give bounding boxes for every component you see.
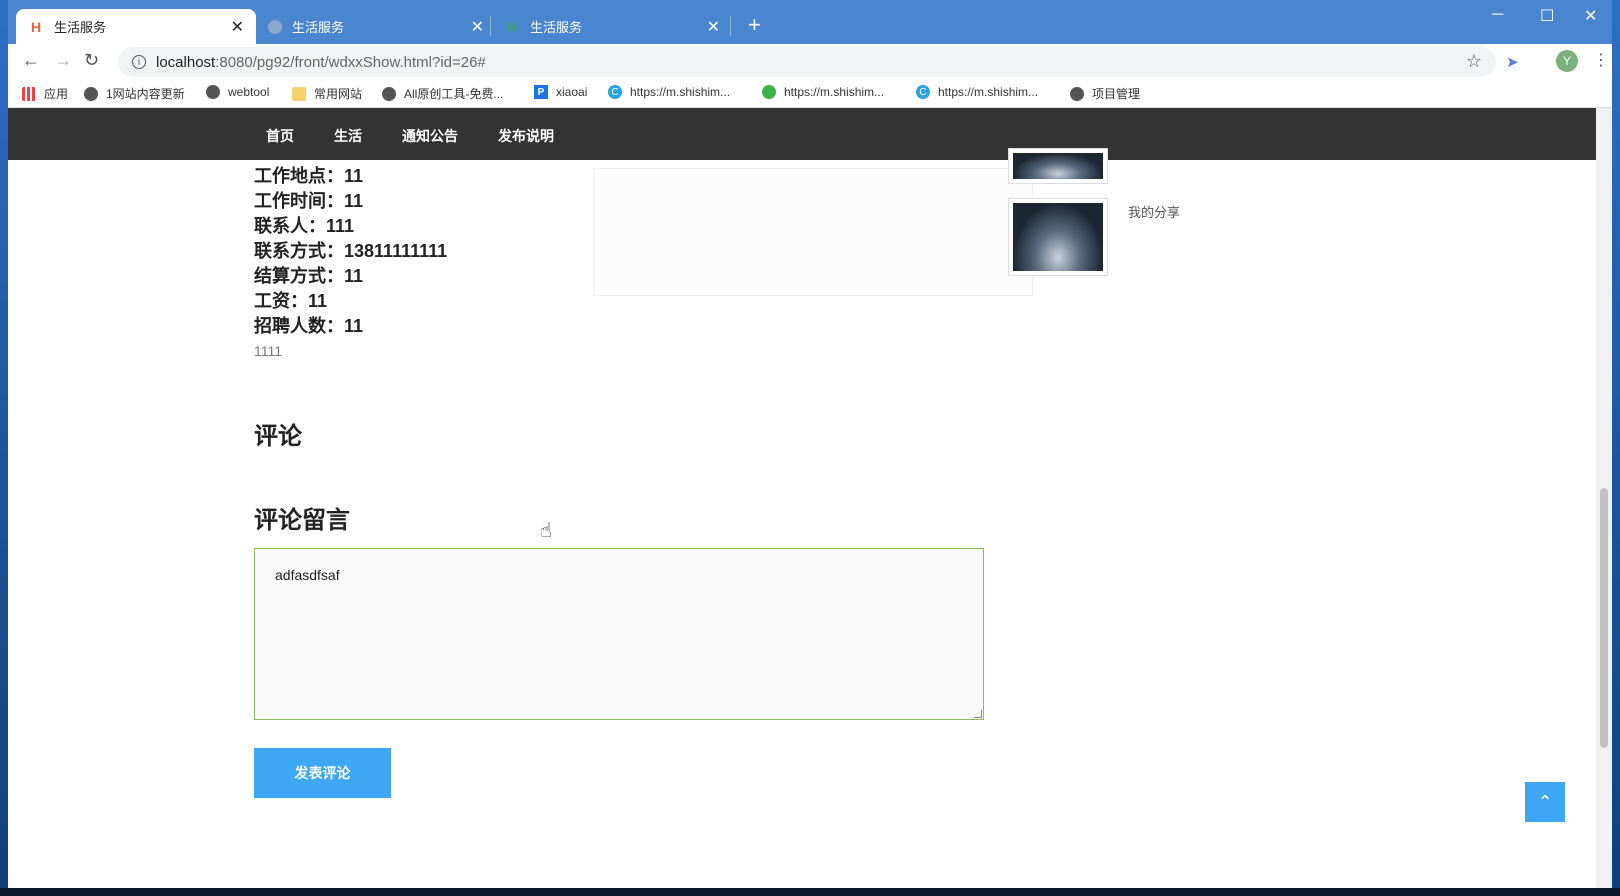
nav-home[interactable]: 首页 <box>266 126 294 146</box>
bookmark-item[interactable]: Chttps://m.shishim... <box>916 85 1038 99</box>
bookmark-item[interactable]: 项目管理 <box>1070 85 1140 102</box>
site-favicon-icon: H <box>506 18 518 35</box>
browser-tab-2[interactable]: 生活服务 ✕ <box>256 9 496 44</box>
detail-description: 1111 <box>254 343 283 359</box>
site-navbar: 首页 生活 通知公告 发布说明 <box>8 108 1596 160</box>
url-path: :8080/pg92/front/wdxxShow.html?id=26# <box>215 53 486 71</box>
browser-tab-1[interactable]: H 生活服务 ✕ <box>16 9 256 44</box>
address-bar[interactable]: i localhost:8080/pg92/front/wdxxShow.htm… <box>118 47 1496 77</box>
close-tab-icon[interactable]: ✕ <box>471 17 484 37</box>
tab-separator <box>730 16 731 36</box>
globe-icon <box>1070 86 1084 101</box>
apps-grid-icon <box>22 86 36 101</box>
detail-phone: 联系方式：13811111111 <box>254 241 448 261</box>
tab-title: 生活服务 <box>54 20 107 35</box>
tab-bar: H 生活服务 ✕ 生活服务 ✕ H 生活服务 ✕ + ─ ☐ ✕ <box>8 0 1612 44</box>
desktop-background-right <box>1612 0 1620 896</box>
bookmark-item[interactable]: Pxiaoai <box>534 85 587 99</box>
wechat-icon <box>762 85 776 99</box>
bookmark-star-icon[interactable]: ☆ <box>1466 51 1482 72</box>
bookmark-label: https://m.shishim... <box>938 85 1039 99</box>
extension-icon[interactable]: ➤ <box>1506 53 1519 71</box>
bookmarks-bar: 应用 1网站内容更新 webtool 常用网站 All原创工具-免费... Px… <box>8 78 1612 108</box>
site-info-icon[interactable]: i <box>132 55 146 69</box>
bookmark-label: 1网站内容更新 <box>106 87 185 101</box>
comment-textarea[interactable]: adfasdfsaf <box>254 548 984 720</box>
detail-settlement: 结算方式：11 <box>254 266 364 286</box>
hand-cursor-icon: ☝ <box>540 520 553 542</box>
sidebar-thumbnail[interactable] <box>1008 198 1108 276</box>
bookmark-item[interactable]: All原创工具-免费... <box>382 85 503 102</box>
desktop-background-left <box>0 0 8 896</box>
detail-salary: 工资：11 <box>254 291 328 311</box>
sidebar-thumbnail[interactable] <box>1008 148 1108 184</box>
bookmark-item[interactable]: webtool <box>206 85 269 99</box>
page-viewport: 首页 生活 通知公告 发布说明 我的分享 工作地点：11 工作时间：11 联系人… <box>8 108 1612 888</box>
back-arrow-icon[interactable]: ← <box>22 50 40 71</box>
profile-avatar[interactable]: Y <box>1556 50 1578 72</box>
bookmark-item[interactable]: 1网站内容更新 <box>84 85 185 102</box>
my-share-link[interactable]: 我的分享 <box>1128 202 1180 221</box>
detail-work-time: 工作时间：11 <box>254 191 364 211</box>
thumbnail-image <box>1013 153 1103 179</box>
new-tab-button[interactable]: + <box>748 14 761 36</box>
browser-tab-3[interactable]: H 生活服务 ✕ <box>492 9 732 44</box>
close-tab-icon[interactable]: ✕ <box>231 17 244 37</box>
close-tab-icon[interactable]: ✕ <box>707 17 720 37</box>
textarea-resize-handle[interactable] <box>974 710 982 718</box>
taskbar-strip <box>0 888 1620 896</box>
detail-headcount: 招聘人数：11 <box>254 316 364 336</box>
comment-form-heading: 评论留言 <box>254 507 350 534</box>
folder-icon <box>292 86 306 101</box>
job-details: 工作地点：11 工作时间：11 联系人：111 联系方式：13811111111… <box>254 164 447 359</box>
thumbnail-image <box>1013 203 1103 271</box>
c-icon: C <box>608 85 622 99</box>
bookmark-apps[interactable]: 应用 <box>22 85 68 102</box>
bookmark-label: xiaoai <box>556 85 588 99</box>
url-host: localhost <box>156 53 216 71</box>
maximize-icon[interactable]: ☐ <box>1540 6 1554 26</box>
submit-comment-button[interactable]: 发表评论 <box>254 748 391 798</box>
tab-title: 生活服务 <box>530 20 583 35</box>
browser-menu-icon[interactable]: ⋮ <box>1593 50 1609 70</box>
detail-contact: 联系人：111 <box>254 216 355 236</box>
site-favicon-icon: H <box>30 18 42 35</box>
c-icon: C <box>916 85 930 99</box>
bookmark-item[interactable]: Chttps://m.shishim... <box>608 85 730 99</box>
globe-icon <box>382 86 396 101</box>
fading-dialog-overlay <box>593 168 1033 296</box>
bookmark-label: 常用网站 <box>314 87 363 101</box>
comments-heading: 评论 <box>254 423 302 450</box>
tab-separator <box>490 16 491 36</box>
browser-window: H 生活服务 ✕ 生活服务 ✕ H 生活服务 ✕ + ─ ☐ ✕ ← → ↻ i… <box>8 0 1612 888</box>
p-icon: P <box>534 85 548 99</box>
page-scrollbar[interactable] <box>1596 108 1612 888</box>
browser-toolbar: ← → ↻ i localhost:8080/pg92/front/wdxxSh… <box>8 44 1612 78</box>
bookmark-label: All原创工具-免费... <box>404 87 504 101</box>
back-to-top-button[interactable]: ⌃ <box>1525 782 1565 822</box>
tab-title: 生活服务 <box>292 20 345 35</box>
nav-life[interactable]: 生活 <box>334 126 362 146</box>
bookmark-label: https://m.shishim... <box>630 85 731 99</box>
nav-notices[interactable]: 通知公告 <box>402 126 458 146</box>
forward-arrow-icon[interactable]: → <box>54 50 72 71</box>
globe-favicon-icon <box>268 19 282 34</box>
reload-icon[interactable]: ↻ <box>84 50 99 71</box>
minimize-icon[interactable]: ─ <box>1492 6 1503 24</box>
window-close-icon[interactable]: ✕ <box>1584 6 1597 26</box>
bookmark-label: 应用 <box>44 87 69 101</box>
scrollbar-thumb[interactable] <box>1600 488 1608 748</box>
bookmark-label: 项目管理 <box>1092 87 1141 101</box>
bookmark-label: webtool <box>228 85 270 99</box>
nav-publish-guide[interactable]: 发布说明 <box>498 126 554 146</box>
globe-icon <box>206 85 220 99</box>
globe-icon <box>84 86 98 101</box>
bookmark-folder[interactable]: 常用网站 <box>292 85 362 102</box>
bookmark-item[interactable]: https://m.shishim... <box>762 85 884 99</box>
bookmark-label: https://m.shishim... <box>784 85 885 99</box>
detail-location: 工作地点：11 <box>254 166 364 186</box>
